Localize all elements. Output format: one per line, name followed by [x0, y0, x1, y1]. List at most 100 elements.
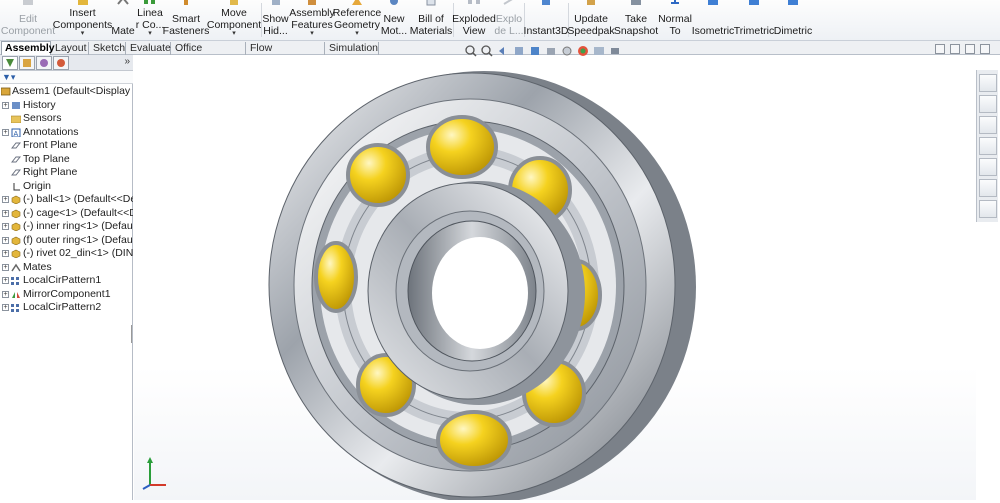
- tab-simulation[interactable]: Simulation: [326, 42, 379, 55]
- expand-icon[interactable]: +: [2, 101, 9, 109]
- tree-item[interactable]: + Mates: [0, 261, 133, 275]
- expand-icon[interactable]: +: [2, 304, 9, 311]
- graphics-area[interactable]: [134, 55, 976, 503]
- tree-item[interactable]: Top Plane: [0, 153, 133, 167]
- close-icon[interactable]: [980, 44, 990, 54]
- tree-item-label: (-) rivet 02_din<1> (DIN 66: [23, 247, 133, 259]
- dimetric-view-button[interactable]: Dimetric: [774, 0, 812, 41]
- show-hidden-components-button[interactable]: Show Hid...: [262, 0, 289, 41]
- heads-up-view-toolbar: [465, 45, 621, 59]
- trimetric-view-button[interactable]: Trimetric: [734, 0, 774, 41]
- tree-root-assembly[interactable]: Assem1 (Default<Display Sta: [0, 85, 133, 99]
- zoom-to-area-icon[interactable]: [481, 45, 493, 57]
- view-settings-icon[interactable]: [609, 45, 621, 57]
- split-view-icon[interactable]: [935, 44, 945, 54]
- section-view-icon[interactable]: [513, 45, 525, 57]
- task-pane-tabs: [976, 70, 998, 222]
- reference-geometry-dropdown-arrow[interactable]: ▾: [355, 30, 359, 37]
- speedpak-icon: [587, 0, 595, 5]
- tree-item[interactable]: + (-) rivet 02_din<1> (DIN 66: [0, 247, 133, 261]
- tab-assembly[interactable]: Assembly: [1, 41, 55, 56]
- expand-icon[interactable]: +: [2, 196, 9, 203]
- move-component-dropdown-arrow[interactable]: ▾: [232, 30, 236, 37]
- tree-item[interactable]: Sensors: [0, 112, 133, 126]
- view-palette-icon[interactable]: [979, 158, 997, 176]
- reference-geometry-button[interactable]: Reference Geometry ▾: [333, 0, 381, 41]
- insert-components-dropdown-arrow[interactable]: ▾: [81, 30, 85, 37]
- isometric-cube-icon: [708, 0, 718, 5]
- linear-pattern-label: Linea r Co...: [135, 7, 165, 31]
- assembly-features-button[interactable]: Assembly Features ▾: [289, 0, 335, 41]
- filter-icon[interactable]: ▼▾: [2, 72, 15, 83]
- tree-item[interactable]: + LocalCirPattern1: [0, 274, 133, 288]
- dimetric-cube-icon: [788, 0, 798, 5]
- tree-item[interactable]: + LocalCirPattern2: [0, 301, 133, 315]
- restore-icon[interactable]: [965, 44, 975, 54]
- appearances-scenes-icon[interactable]: [979, 179, 997, 197]
- mate-button[interactable]: Mate: [110, 0, 136, 41]
- tab-sketch[interactable]: Sketch: [90, 42, 126, 55]
- tree-item[interactable]: + (-) ball<1> (Default<<Defa: [0, 193, 133, 207]
- tree-item[interactable]: + A Annotations: [0, 126, 133, 140]
- document-window-controls: [935, 44, 990, 54]
- bill-of-materials-button[interactable]: Bill of Materials: [410, 0, 452, 41]
- explode-line-sketch-button[interactable]: Explo de L...: [494, 0, 524, 41]
- exploded-view-button[interactable]: Exploded View: [452, 0, 496, 41]
- update-speedpak-button[interactable]: Update Speedpak: [567, 0, 615, 41]
- assembly-features-dropdown-arrow[interactable]: ▾: [310, 30, 314, 37]
- tree-item[interactable]: + (-) inner ring<1> (Default<: [0, 220, 133, 234]
- new-motion-study-button[interactable]: New Mot...: [380, 0, 408, 41]
- custom-properties-icon[interactable]: [979, 200, 997, 218]
- expand-icon[interactable]: +: [2, 263, 9, 271]
- tab-layout[interactable]: Layout: [52, 42, 89, 55]
- minimize-icon[interactable]: [950, 44, 960, 54]
- expand-icon[interactable]: +: [2, 250, 9, 257]
- previous-view-icon[interactable]: [497, 45, 509, 57]
- smart-fasteners-button[interactable]: Smart Fasteners: [163, 0, 209, 41]
- expand-icon[interactable]: +: [2, 128, 9, 136]
- normal-to-button[interactable]: Normal To: [658, 0, 692, 41]
- expand-icon[interactable]: +: [2, 236, 9, 244]
- insert-components-button[interactable]: Insert Components ▾: [53, 0, 112, 41]
- solidworks-resources-icon[interactable]: [979, 74, 997, 92]
- tab-evaluate[interactable]: Evaluate: [127, 42, 171, 55]
- search-results-icon[interactable]: [979, 137, 997, 155]
- tree-item[interactable]: Origin: [0, 180, 133, 194]
- tree-item[interactable]: Front Plane: [0, 139, 133, 153]
- zoom-to-fit-icon[interactable]: [465, 45, 477, 57]
- isometric-view-button[interactable]: Isometric: [692, 0, 734, 41]
- panel-expand-icon[interactable]: »: [124, 56, 130, 67]
- tree-item[interactable]: Right Plane: [0, 166, 133, 180]
- file-explorer-icon[interactable]: [979, 116, 997, 134]
- instant3d-button[interactable]: Instant3D: [524, 0, 568, 41]
- tree-item[interactable]: + (-) cage<1> (Default<<Def: [0, 207, 133, 221]
- edit-component-button[interactable]: Edit Component: [1, 0, 55, 41]
- linear-pattern-dropdown-arrow[interactable]: ▾: [148, 30, 152, 37]
- linear-component-pattern-button[interactable]: Linea r Co... ▾: [136, 0, 164, 41]
- tree-item-label: Origin: [23, 179, 52, 192]
- expand-icon[interactable]: +: [2, 223, 9, 230]
- display-manager-tab[interactable]: [53, 56, 69, 70]
- apply-scene-icon[interactable]: [593, 45, 605, 57]
- move-component-icon: [230, 0, 238, 5]
- expand-icon[interactable]: +: [2, 277, 9, 284]
- tree-item[interactable]: + History: [0, 99, 133, 113]
- tree-item[interactable]: + MirrorComponent1: [0, 288, 133, 302]
- tab-office-products[interactable]: Office Products: [172, 42, 246, 66]
- tab-flow-simulation[interactable]: Flow Simulation: [247, 42, 325, 66]
- tree-item[interactable]: + (f) outer ring<1> (Default<: [0, 234, 133, 248]
- design-library-icon[interactable]: [979, 95, 997, 113]
- expand-icon[interactable]: +: [2, 290, 9, 298]
- edit-appearance-icon[interactable]: [577, 45, 589, 57]
- take-snapshot-button[interactable]: Take Snapshot: [614, 0, 658, 41]
- display-style-icon[interactable]: [545, 45, 557, 57]
- hide-show-items-icon[interactable]: [561, 45, 573, 57]
- configuration-manager-tab[interactable]: [36, 56, 52, 70]
- tree-items: + History Sensors + A Annotations Front Plane T…: [0, 99, 133, 315]
- plane-icon: [11, 156, 21, 162]
- move-component-button[interactable]: Move Component ▾: [207, 0, 261, 41]
- property-manager-tab[interactable]: [19, 56, 35, 70]
- expand-icon[interactable]: +: [2, 209, 9, 217]
- feature-manager-tab[interactable]: [2, 56, 18, 70]
- view-orientation-icon[interactable]: [529, 45, 541, 57]
